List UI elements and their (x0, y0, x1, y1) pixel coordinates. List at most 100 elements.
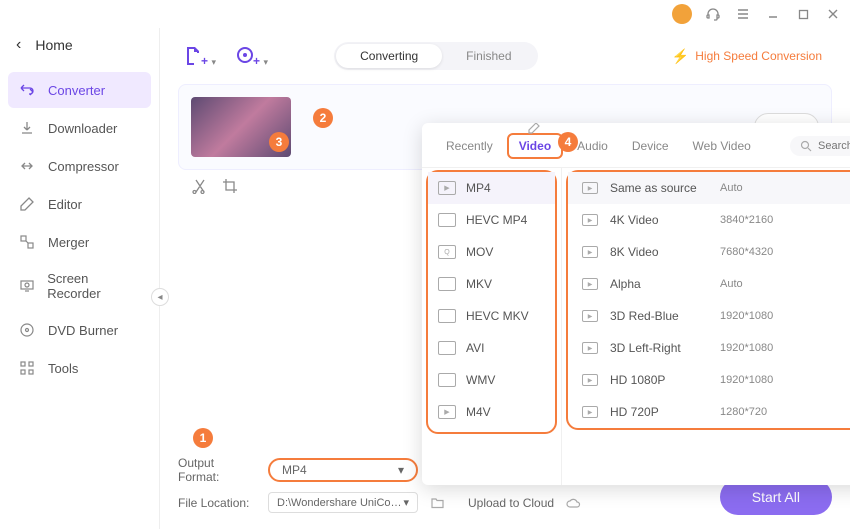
chevron-down-icon: ▾ (403, 496, 409, 509)
file-location-label: File Location: (178, 496, 258, 510)
format-item-mp4[interactable]: ▶MP4 (428, 172, 555, 204)
home-label[interactable]: Home (35, 37, 72, 53)
sidebar-item-label: Downloader (48, 121, 117, 136)
bolt-icon: ⚡ (672, 48, 689, 65)
dvd-icon (18, 321, 36, 339)
annotation-badge-1: 1 (193, 428, 213, 448)
hamburger-menu-icon[interactable] (734, 5, 752, 23)
video-rect-icon (582, 278, 598, 290)
video-rect-icon (582, 246, 598, 258)
high-speed-label: High Speed Conversion (695, 49, 822, 63)
preset-item[interactable]: 3D Red-Blue1920*1080 (568, 300, 850, 332)
pill-converting[interactable]: Converting (336, 44, 442, 68)
sidebar-item-compressor[interactable]: Compressor (8, 148, 151, 184)
format-item-wmv[interactable]: WMV (428, 364, 555, 396)
format-column: ▶MP4 HEVC MP4 QMOV MKV HEVC MKV AVI WMV … (422, 168, 562, 485)
headset-icon[interactable] (704, 5, 722, 23)
cloud-icon[interactable] (564, 497, 582, 509)
chevron-down-icon: ▾ (398, 463, 404, 477)
preset-item[interactable]: 4K Video3840*2160 (568, 204, 850, 236)
preset-item[interactable]: 3D Left-Right1920*1080 (568, 332, 850, 364)
add-file-button[interactable]: +▾ (178, 40, 210, 72)
merger-icon (18, 233, 36, 251)
preset-item[interactable]: AlphaAuto (568, 268, 850, 300)
format-item-mkv[interactable]: MKV (428, 268, 555, 300)
format-icon: ▶ (438, 405, 456, 419)
sidebar-item-label: Merger (48, 235, 89, 250)
folder-icon[interactable] (428, 495, 446, 510)
format-icon (438, 213, 456, 227)
video-rect-icon (582, 214, 598, 226)
popup-tab-recently[interactable]: Recently (436, 135, 503, 157)
sidebar-item-label: Compressor (48, 159, 119, 174)
crop-icon[interactable] (222, 178, 238, 194)
format-icon: ▶ (438, 181, 456, 195)
search-input[interactable] (818, 140, 850, 152)
tools-icon (18, 359, 36, 377)
annotation-badge-2: 2 (313, 108, 333, 128)
add-dvd-button[interactable]: +▾ (230, 40, 262, 72)
preset-item[interactable]: Same as sourceAuto (568, 172, 850, 204)
search-icon (800, 140, 812, 152)
format-item-mov[interactable]: QMOV (428, 236, 555, 268)
sidebar-item-dvd[interactable]: DVD Burner (8, 312, 151, 348)
sidebar-item-label: Screen Recorder (47, 271, 141, 301)
sidebar-item-label: Editor (48, 197, 82, 212)
window-minimize-icon[interactable] (764, 5, 782, 23)
preset-item[interactable]: HD 720P1280*720 (568, 396, 850, 428)
format-item-m4v[interactable]: ▶M4V (428, 396, 555, 428)
format-item-hevcmp4[interactable]: HEVC MP4 (428, 204, 555, 236)
output-format-label: Output Format: (178, 456, 258, 484)
sidebar: ‹ Home Converter Downloader Compressor E… (0, 28, 160, 529)
popup-tab-video[interactable]: Video (507, 133, 563, 159)
compressor-icon (18, 157, 36, 175)
pill-finished[interactable]: Finished (442, 44, 535, 68)
window-close-icon[interactable] (824, 5, 842, 23)
popup-tab-device[interactable]: Device (622, 135, 679, 157)
converter-icon (18, 81, 36, 99)
sidebar-item-editor[interactable]: Editor (8, 186, 151, 222)
back-chevron-icon[interactable]: ‹ (16, 36, 21, 54)
format-item-avi[interactable]: AVI (428, 332, 555, 364)
sidebar-item-downloader[interactable]: Downloader (8, 110, 151, 146)
format-icon (438, 309, 456, 323)
sidebar-item-converter[interactable]: Converter (8, 72, 151, 108)
video-rect-icon (582, 374, 598, 386)
popup-tab-web[interactable]: Web Video (683, 135, 761, 157)
sidebar-item-tools[interactable]: Tools (8, 350, 151, 386)
sidebar-item-merger[interactable]: Merger (8, 224, 151, 260)
preset-item[interactable]: HD 1080P1920*1080 (568, 364, 850, 396)
format-icon (438, 341, 456, 355)
titlebar (0, 0, 850, 28)
sidebar-item-label: Converter (48, 83, 105, 98)
format-popup: Recently Video Audio Device Web Video ▶M… (422, 123, 850, 485)
preset-column: Same as sourceAuto 4K Video3840*2160 8K … (562, 168, 850, 485)
sidebar-item-label: DVD Burner (48, 323, 118, 338)
video-rect-icon (582, 406, 598, 418)
window-maximize-icon[interactable] (794, 5, 812, 23)
user-avatar-icon[interactable] (672, 4, 692, 24)
sidebar-item-label: Tools (48, 361, 78, 376)
popup-search[interactable] (790, 136, 850, 156)
video-rect-icon (582, 310, 598, 322)
sidebar-item-recorder[interactable]: Screen Recorder (8, 262, 151, 310)
preset-item[interactable]: 8K Video7680*4320 (568, 236, 850, 268)
format-icon (438, 373, 456, 387)
trim-icon[interactable] (192, 178, 208, 194)
format-icon: Q (438, 245, 456, 259)
file-location-dropdown[interactable]: D:\Wondershare UniConverter 1 ▾ (268, 492, 418, 513)
format-item-hevcmkv[interactable]: HEVC MKV (428, 300, 555, 332)
video-rect-icon (582, 342, 598, 354)
format-icon (438, 277, 456, 291)
video-rect-icon (582, 182, 598, 194)
status-pills: Converting Finished (334, 42, 537, 70)
popup-edit-icon[interactable] (527, 123, 541, 135)
annotation-badge-3: 3 (269, 132, 289, 152)
upload-label: Upload to Cloud (468, 496, 554, 510)
output-format-dropdown[interactable]: MP4 ▾ (268, 458, 418, 482)
high-speed-toggle[interactable]: ⚡ High Speed Conversion (662, 44, 832, 69)
annotation-badge-4: 4 (558, 132, 578, 152)
downloader-icon (18, 119, 36, 137)
recorder-icon (18, 277, 35, 295)
content-area: +▾ +▾ Converting Finished ⚡ High Speed C… (160, 28, 850, 529)
